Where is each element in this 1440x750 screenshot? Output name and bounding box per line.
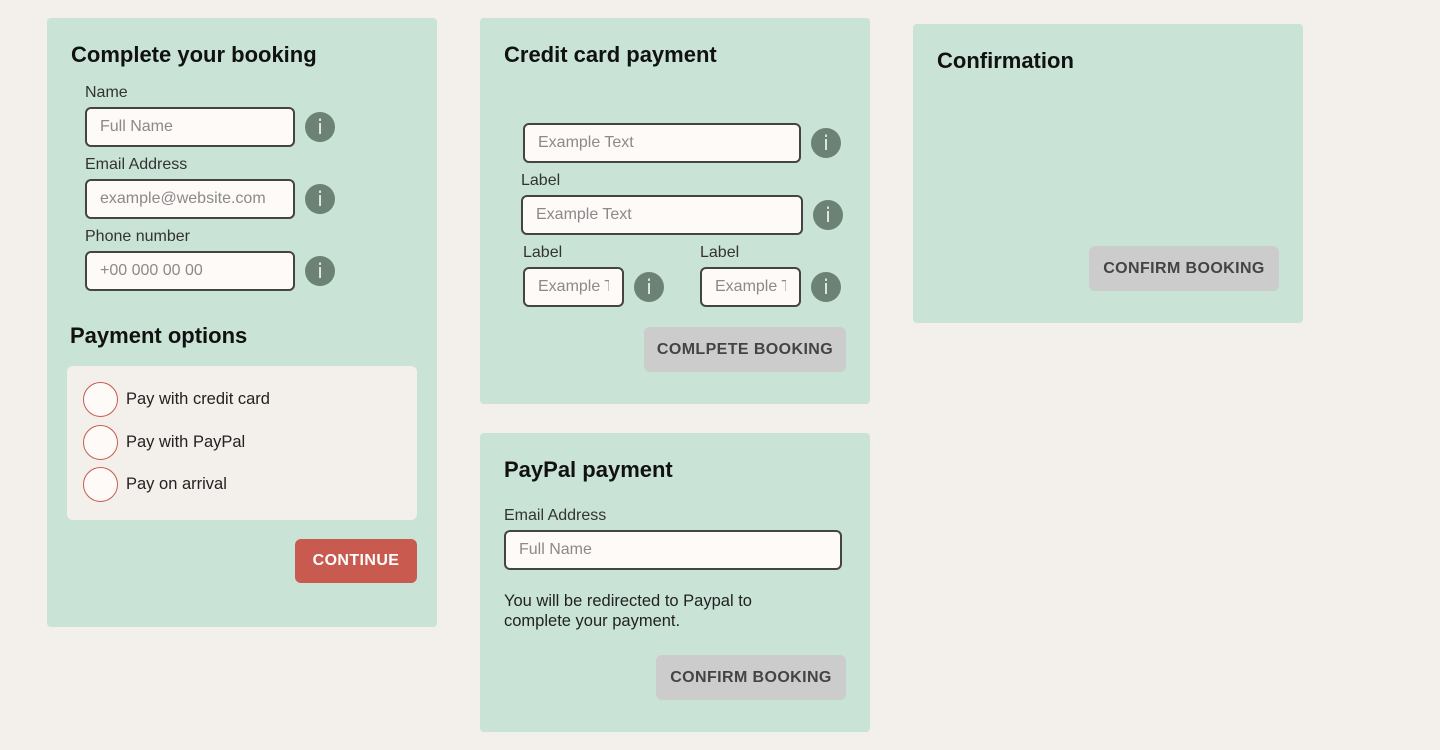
paypal-card: PayPal payment Email Address You will be…	[480, 433, 870, 732]
card-field-2-info-icon[interactable]: i	[813, 200, 843, 230]
option-paypal[interactable]: Pay with PayPal	[83, 424, 246, 460]
credit-card-card: Credit card payment i Label i Label i La…	[480, 18, 870, 404]
confirm-booking-button[interactable]: CONFIRM BOOKING	[1089, 246, 1279, 291]
phone-label: Phone number	[85, 228, 190, 245]
name-info-icon[interactable]: i	[305, 112, 335, 142]
card-field-4-info-icon[interactable]: i	[811, 272, 841, 302]
paypal-confirm-booking-button[interactable]: CONFIRM BOOKING	[656, 655, 846, 700]
option-arrival-label: Pay on arrival	[126, 474, 227, 493]
card-field-3-label: Label	[523, 244, 563, 261]
option-credit-card-label: Pay with credit card	[126, 389, 270, 408]
confirmation-title: Confirmation	[937, 48, 1074, 73]
payment-options-group: Pay with credit card Pay with PayPal Pay…	[67, 366, 417, 520]
arrival-radio[interactable]	[83, 466, 118, 502]
paypal-title: PayPal payment	[504, 457, 673, 482]
card-field-1-info-icon[interactable]: i	[811, 128, 841, 158]
card-field-2-label: Label	[521, 172, 561, 189]
option-arrival[interactable]: Pay on arrival	[83, 466, 227, 502]
option-credit-card[interactable]: Pay with credit card	[83, 381, 270, 417]
paypal-redirect-note: You will be redirected to Paypal to comp…	[504, 592, 752, 630]
booking-title: Complete your booking	[71, 42, 317, 67]
name-label: Name	[85, 84, 128, 101]
paypal-email-label: Email Address	[504, 507, 607, 524]
email-input[interactable]	[85, 179, 295, 219]
paypal-email-input[interactable]	[504, 530, 842, 570]
paypal-radio[interactable]	[83, 424, 118, 460]
email-label: Email Address	[85, 156, 188, 173]
card-field-3-info-icon[interactable]: i	[634, 272, 664, 302]
card-field-4-input[interactable]	[700, 267, 801, 307]
complete-booking-button[interactable]: COMLPETE BOOKING	[644, 327, 846, 372]
card-field-2-input[interactable]	[521, 195, 803, 235]
confirmation-card: Confirmation CONFIRM BOOKING	[913, 24, 1303, 323]
name-input[interactable]	[85, 107, 295, 147]
card-field-3-input[interactable]	[523, 267, 624, 307]
credit-card-title: Credit card payment	[504, 42, 717, 67]
card-field-4-label: Label	[700, 244, 740, 261]
booking-card: Complete your booking Name i Email Addre…	[47, 18, 437, 627]
credit-card-radio[interactable]	[83, 381, 118, 417]
email-info-icon[interactable]: i	[305, 184, 335, 214]
payment-options-title: Payment options	[70, 323, 248, 348]
option-paypal-label: Pay with PayPal	[126, 432, 246, 451]
card-field-1-input[interactable]	[523, 123, 801, 163]
continue-button[interactable]: CONTINUE	[295, 539, 417, 583]
phone-input[interactable]	[85, 251, 295, 291]
phone-info-icon[interactable]: i	[305, 256, 335, 286]
